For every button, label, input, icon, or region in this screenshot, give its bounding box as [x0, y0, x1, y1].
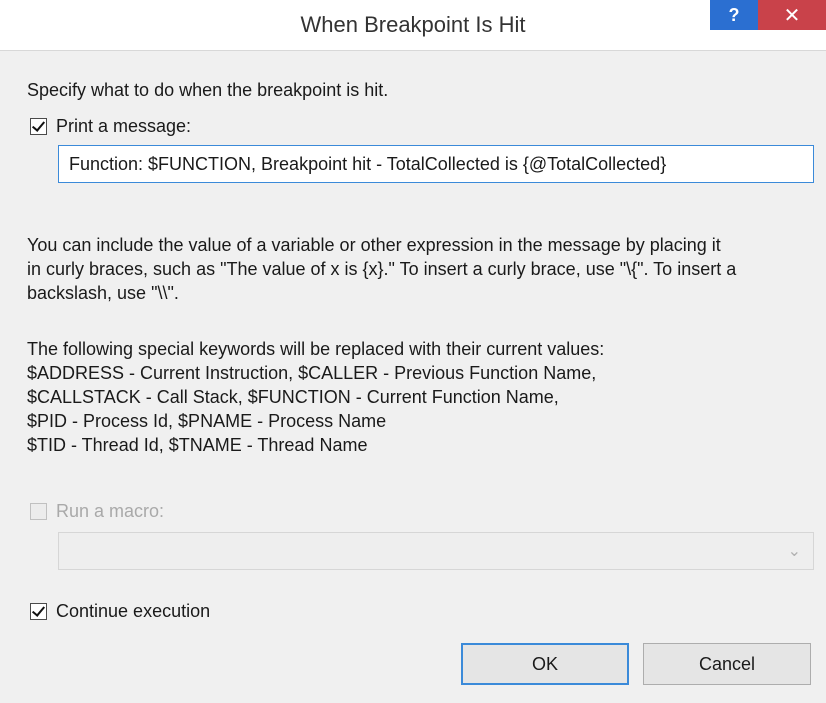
- dialog-title: When Breakpoint Is Hit: [300, 12, 526, 37]
- message-input[interactable]: [58, 145, 814, 183]
- close-icon: ✕: [783, 4, 801, 27]
- continue-execution-label[interactable]: Continue execution: [56, 599, 210, 623]
- ok-button[interactable]: OK: [461, 643, 629, 685]
- keywords-text: The following special keywords will be r…: [27, 337, 817, 457]
- chevron-down-icon: ⌄: [787, 543, 801, 560]
- print-message-label[interactable]: Print a message:: [56, 114, 191, 138]
- when-breakpoint-is-hit-dialog: When Breakpoint Is Hit ? ✕ Specify what …: [0, 0, 826, 703]
- intro-text: Specify what to do when the breakpoint i…: [27, 80, 389, 100]
- print-message-checkbox[interactable]: [30, 118, 47, 135]
- help-icon: ?: [728, 4, 740, 25]
- keywords-line: $PID - Process Id, $PNAME - Process Name: [27, 411, 387, 431]
- help-text-line: You can include the value of a variable …: [27, 235, 721, 255]
- help-text-line: backslash, use "\\".: [27, 283, 179, 303]
- continue-execution-checkbox[interactable]: [30, 603, 47, 620]
- help-button[interactable]: ?: [710, 0, 758, 30]
- keywords-line: $TID - Thread Id, $TNAME - Thread Name: [27, 435, 368, 455]
- keywords-line: $CALLSTACK - Call Stack, $FUNCTION - Cur…: [27, 387, 559, 407]
- keywords-line: The following special keywords will be r…: [27, 339, 605, 359]
- run-macro-label[interactable]: Run a macro:: [56, 499, 164, 523]
- keywords-line: $ADDRESS - Current Instruction, $CALLER …: [27, 363, 597, 383]
- close-button[interactable]: ✕: [758, 0, 826, 30]
- title-bar: When Breakpoint Is Hit ? ✕: [0, 0, 826, 51]
- macro-select[interactable]: ⌄: [58, 532, 814, 570]
- cancel-button[interactable]: Cancel: [643, 643, 811, 685]
- help-text-line: in curly braces, such as "The value of x…: [27, 259, 737, 279]
- help-text: You can include the value of a variable …: [27, 233, 817, 305]
- run-macro-checkbox[interactable]: [30, 503, 47, 520]
